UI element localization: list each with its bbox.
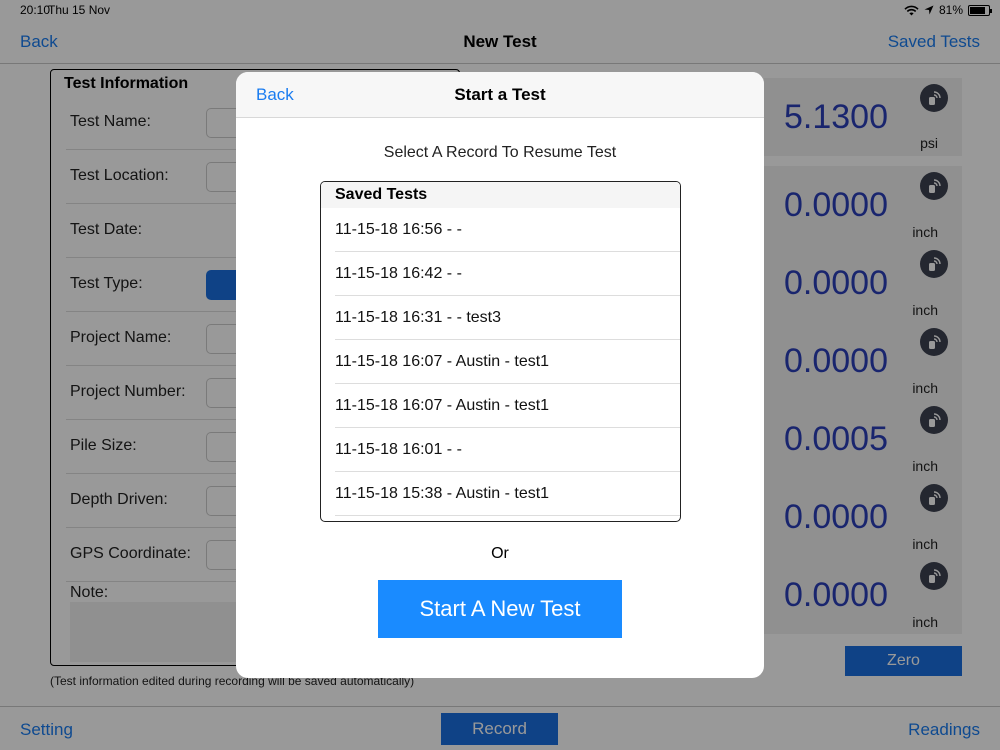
or-separator: Or (491, 545, 509, 562)
saved-test-item[interactable]: 11-15-18 16:42 - - (335, 252, 680, 296)
saved-test-item[interactable]: 11-15-18 16:31 - - test3 (335, 296, 680, 340)
saved-test-item[interactable]: 11-15-18 16:07 - Austin - test1 (335, 340, 680, 384)
start-new-test-button[interactable]: Start A New Test (378, 580, 622, 638)
saved-test-item[interactable]: 11-15-18 16:56 - - (335, 208, 680, 252)
saved-test-item[interactable]: 11-15-18 15:38 - Austin - test1 (335, 472, 680, 516)
resume-prompt: Select A Record To Resume Test (383, 144, 617, 161)
saved-tests-list[interactable]: Saved Tests 11-15-18 16:56 - - 11-15-18 … (320, 181, 681, 522)
saved-test-item[interactable]: 11-15-18 16:01 - - (335, 428, 680, 472)
start-test-modal: Back Start a Test Select A Record To Res… (236, 72, 764, 678)
modal-header: Back Start a Test (236, 72, 764, 118)
modal-title: Start a Test (454, 85, 546, 104)
saved-test-item[interactable]: 11-15-18 16:07 - Austin - test1 (335, 384, 680, 428)
saved-tests-header: Saved Tests (321, 182, 680, 208)
